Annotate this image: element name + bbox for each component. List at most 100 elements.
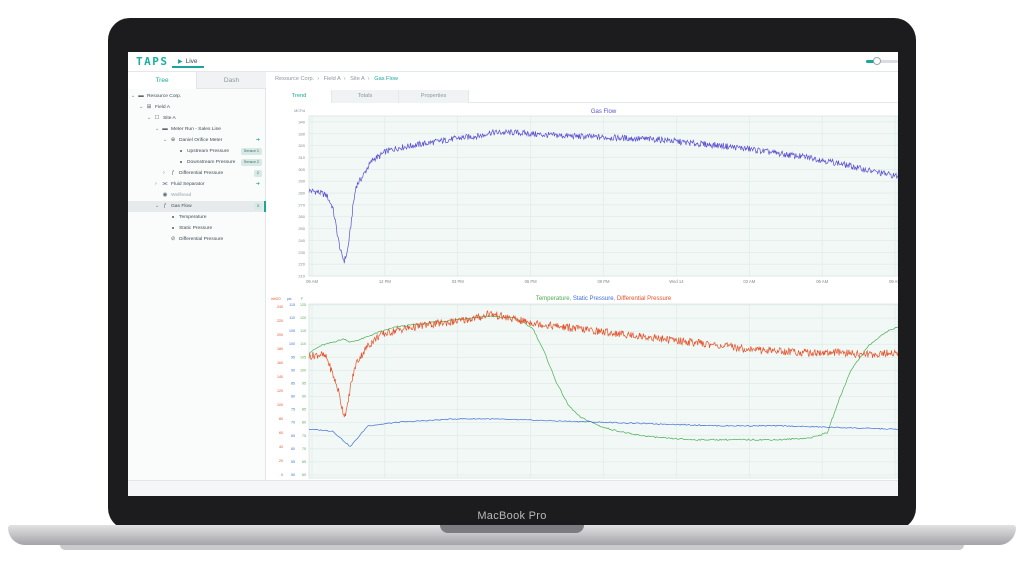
wellhead-icon: ◉: [162, 192, 168, 198]
right-axis-tick: 85: [302, 408, 306, 412]
right-axis-tick: 115: [300, 329, 306, 333]
tree-node-label: Differential Pressure: [179, 237, 224, 242]
x-tick-label: 09 AM: [306, 279, 318, 284]
y-tick-label: 230: [298, 250, 305, 255]
app-logo: TAPS: [136, 55, 169, 68]
x-tick-label: 09 PM: [597, 279, 610, 284]
tree-node-label: Field A: [155, 105, 170, 110]
tree-node-badge: 3: [253, 203, 262, 210]
right-axis-tick: 110: [300, 342, 306, 346]
tree-node[interactable]: › ⫘ Fluid Separator ➜: [128, 179, 266, 190]
tree-node[interactable]: ⌄ ▬ Resource Corp.: [128, 91, 266, 102]
chart-title: Gas Flow: [591, 109, 617, 115]
left-axis-tick: 120: [277, 389, 283, 393]
mid-axis-tick: 55: [291, 460, 295, 464]
x-tick-label: 06 AM: [816, 279, 828, 284]
x-tick-label: 03 PM: [452, 279, 465, 284]
gas-flow-chart[interactable]: 210 220 230 240 250 260 270 280 290 300 310 320 330 3…: [267, 106, 898, 286]
right-axis-tick: 90: [302, 395, 306, 399]
orifice-meter-icon: ⊕: [170, 137, 176, 143]
tree-node-label: Temperature: [179, 215, 207, 220]
tree-node[interactable]: Temperature: [128, 212, 266, 223]
live-tab[interactable]: ▶ Live: [172, 55, 204, 68]
laptop-shadow: [60, 545, 964, 550]
tree-node[interactable]: ◉ Wellhead: [128, 190, 266, 201]
y-tick-label: 250: [298, 226, 305, 231]
y-tick-label: 340: [298, 119, 305, 124]
play-icon: ▶: [178, 59, 183, 65]
mid-axis-tick: 105: [289, 329, 295, 333]
x-tick-label: 12 PM: [379, 279, 392, 284]
right-axis-tick: 70: [302, 447, 306, 451]
mid-axis-unit: psi: [287, 297, 292, 301]
tab-tree[interactable]: Tree: [128, 72, 197, 89]
tab-totals[interactable]: Totals: [332, 90, 399, 103]
left-axis-tick: 40: [279, 445, 283, 449]
tree-node-badge: 2: [253, 170, 262, 177]
separator-icon: ⫘: [162, 181, 168, 187]
mid-axis-tick: 60: [291, 447, 295, 451]
chart-title-part: Static Pressure: [573, 296, 614, 302]
y-tick-label: 210: [298, 274, 305, 279]
laptop-notch: [440, 525, 584, 533]
mid-axis-tick: 90: [291, 368, 295, 372]
function-icon: ƒ: [163, 203, 167, 209]
mid-axis-tick: 100: [289, 342, 295, 346]
right-axis-tick: 125: [300, 303, 306, 307]
field-icon: ⊞: [146, 104, 152, 110]
site-icon: ☐: [154, 115, 160, 121]
breadcrumb-current: Gas Flow: [374, 76, 398, 82]
left-axis-tick: 220: [277, 319, 283, 323]
x-tick-label: 09 AM: [889, 279, 898, 284]
chevron-right-icon: ›: [343, 76, 346, 82]
breadcrumb-item[interactable]: Field A: [324, 76, 341, 82]
tree-node[interactable]: ⌄ ▬ Meter Run - Sales Line: [128, 124, 266, 135]
y-tick-label: 320: [298, 143, 305, 148]
tree-node[interactable]: Downstream Pressure Sensor 2: [128, 157, 266, 168]
tree-node[interactable]: ⊘ Differential Pressure: [128, 234, 266, 245]
app-header: TAPS ▶ Live: [128, 52, 898, 72]
main-panel: Resource Corp. › Field A › Site A › Gas Flo…: [267, 72, 898, 496]
tree-node-label: Static Pressure: [179, 226, 213, 231]
tree-node[interactable]: ⌄ ⊕ Daniel Orifice Meter ➜: [128, 135, 266, 146]
tab-trend[interactable]: Trend: [267, 90, 332, 103]
left-panel-tabs: Tree Dash: [128, 72, 266, 89]
left-axis-tick: 0: [281, 473, 283, 477]
tree-node[interactable]: ⌄ ☐ Site A: [128, 113, 266, 124]
tree-node-label: Site A: [163, 116, 176, 121]
mid-axis-tick: 110: [289, 316, 295, 320]
right-axis-tick: 100: [300, 368, 306, 372]
zoom-slider-handle[interactable]: [873, 57, 882, 65]
tab-dash[interactable]: Dash: [197, 72, 266, 89]
right-axis-unit: F: [301, 297, 303, 301]
tree-node[interactable]: Upstream Pressure Sensor 1: [128, 146, 266, 157]
zoom-slider[interactable]: [866, 57, 898, 65]
mid-axis-tick: 95: [291, 355, 295, 359]
mid-axis-tick: 115: [289, 303, 295, 307]
mid-axis-tick: 65: [291, 434, 295, 438]
tree-node-label: Daniel Orifice Meter: [179, 138, 223, 143]
left-axis-tick: 20: [279, 459, 283, 463]
right-axis-tick: 105: [300, 355, 306, 359]
status-bar: [128, 480, 898, 496]
tree-node[interactable]: › ƒ Differential Pressure 2: [128, 168, 266, 179]
tree-node[interactable]: ⌄ ⊞ Field A: [128, 102, 266, 113]
left-axis-tick: 180: [277, 347, 283, 351]
tree-node-badge: Sensor 1: [240, 148, 262, 155]
tab-properties[interactable]: Properties: [399, 90, 469, 103]
device-label: MacBook Pro: [477, 510, 547, 522]
tree-node-label: Differential Pressure: [179, 171, 224, 176]
breadcrumb-item[interactable]: Resource Corp.: [275, 76, 314, 82]
arrow-right-icon: ➜: [255, 137, 260, 143]
left-axis-tick: 240: [277, 305, 283, 309]
bullet-icon: [180, 160, 182, 163]
pressure-gauge-icon: ⊘: [170, 236, 176, 242]
right-axis-tick: 80: [302, 421, 306, 425]
breadcrumb-item[interactable]: Site A: [350, 76, 365, 82]
multi-series-chart[interactable]: inH2O psi F2402202001801601401201008060402…: [267, 294, 898, 486]
left-axis-tick: 160: [277, 361, 283, 365]
tree-node[interactable]: Static Pressure: [128, 223, 266, 234]
tree-node[interactable]: ⌄ ƒ Gas Flow 3: [128, 201, 266, 212]
right-axis-tick: 75: [302, 434, 306, 438]
function-icon: ƒ: [171, 170, 175, 176]
